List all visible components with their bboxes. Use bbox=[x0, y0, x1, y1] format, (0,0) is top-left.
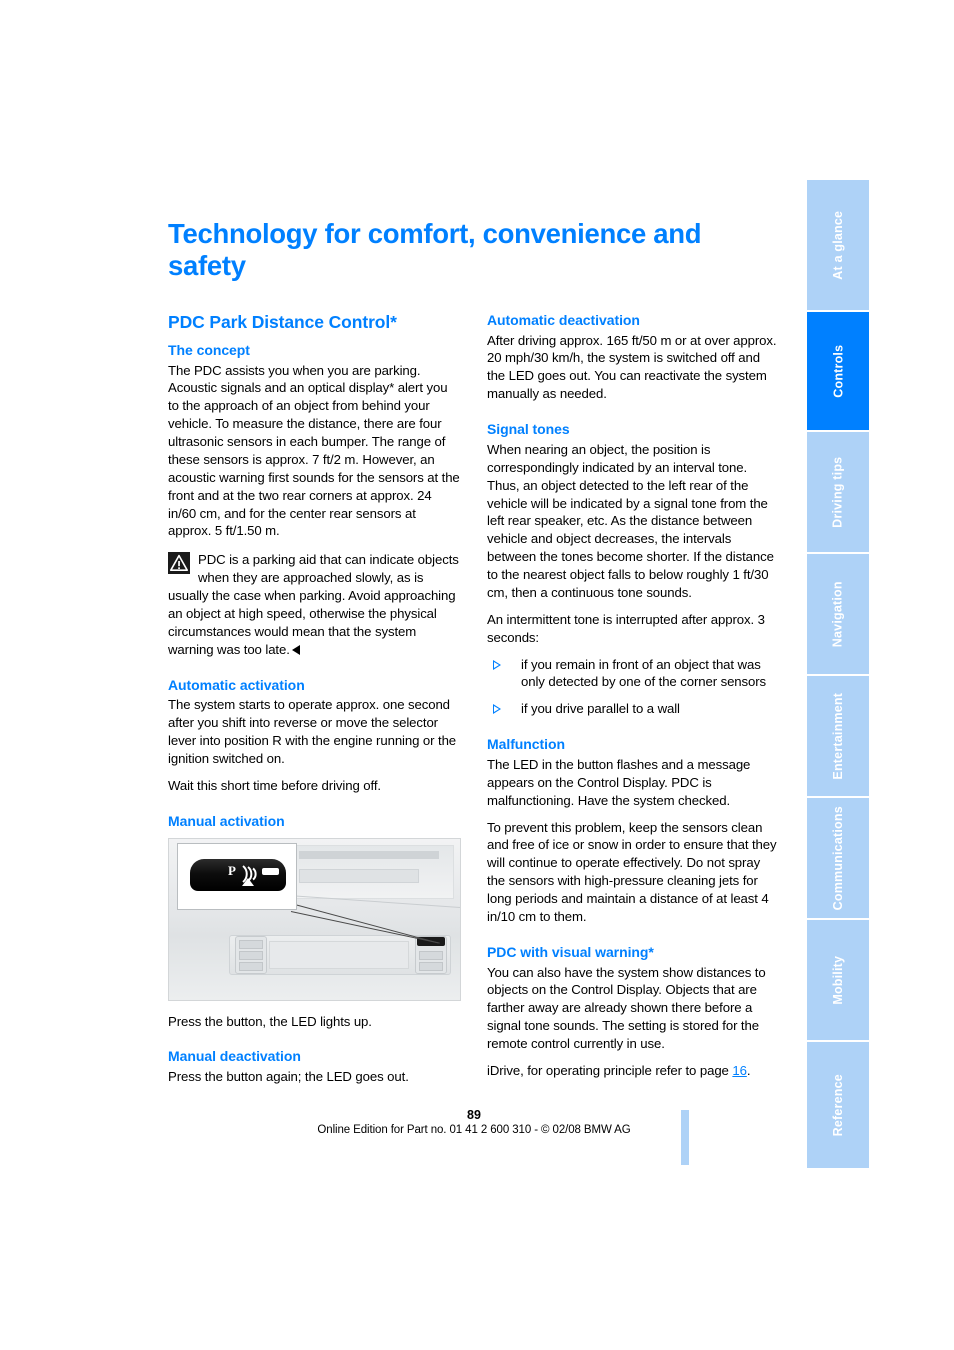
heading-manual-deactivation: Manual deactivation bbox=[168, 1048, 301, 1065]
tab-label: Controls bbox=[830, 344, 845, 398]
tab-mobility[interactable]: Mobility bbox=[807, 920, 869, 1042]
footer-accent-bar bbox=[681, 1110, 689, 1165]
cross-reference-suffix: . bbox=[746, 1062, 751, 1078]
paragraph-manual-deactivation: Press the button again; the LED goes out… bbox=[168, 1069, 409, 1085]
switch bbox=[419, 961, 443, 971]
switch bbox=[419, 950, 443, 960]
page-title: Technology for comfort, convenience and … bbox=[168, 218, 702, 281]
heading-the-concept: The concept bbox=[168, 341, 250, 358]
tab-label: Driving tips bbox=[830, 456, 845, 528]
manual-page: At a glance Controls Driving tips Naviga… bbox=[0, 0, 954, 1350]
center-console-inset bbox=[269, 940, 409, 969]
cross-reference-prefix: iDrive, for operating principle refer to… bbox=[487, 1062, 733, 1078]
left-column: PDC Park Distance Control* The concept T… bbox=[168, 312, 461, 1086]
tab-communications[interactable]: Communications bbox=[807, 798, 869, 920]
heading-malfunction: Malfunction bbox=[487, 736, 565, 753]
paragraph-the-concept: The PDC assists you when you are parking… bbox=[168, 362, 460, 539]
switch bbox=[239, 961, 263, 971]
tab-label: Mobility bbox=[830, 955, 845, 1005]
cross-reference-idrive: iDrive, for operating principle refer to… bbox=[487, 1062, 780, 1080]
tab-entertainment[interactable]: Entertainment bbox=[807, 676, 869, 798]
paragraph-automatic-activation-2: Wait this short time before driving off. bbox=[168, 777, 381, 793]
section-heading-pdc: PDC Park Distance Control* bbox=[168, 311, 397, 332]
tab-navigation[interactable]: Navigation bbox=[807, 554, 869, 676]
paragraph-pdc-visual-warning: You can also have the system show distan… bbox=[487, 964, 766, 1052]
paragraph-malfunction-1: The LED in the button flashes and a mess… bbox=[487, 756, 751, 808]
right-column: Automatic deactivation After driving app… bbox=[487, 312, 780, 1080]
tab-label: Entertainment bbox=[830, 692, 845, 780]
list-item-text: if you drive parallel to a wall bbox=[521, 701, 680, 717]
tab-reference[interactable]: Reference bbox=[807, 1042, 869, 1168]
paragraph-malfunction-2: To prevent this problem, keep the sensor… bbox=[487, 819, 777, 924]
tab-label: Reference bbox=[830, 1073, 845, 1137]
warning-note: PDC is a parking aid that can indicate o… bbox=[168, 551, 461, 658]
paragraph-automatic-activation-1: The system starts to operate approx. one… bbox=[168, 697, 457, 766]
pdc-vehicle-icon bbox=[242, 877, 254, 886]
heading-pdc-visual-warning: PDC with visual warning* bbox=[487, 943, 654, 960]
list-item-text: if you remain in front of an object that… bbox=[521, 656, 767, 690]
warning-note-text: PDC is a parking aid that can indicate o… bbox=[168, 552, 459, 657]
tab-label: Communications bbox=[830, 805, 845, 911]
list-item: if you drive parallel to a wall bbox=[487, 700, 780, 718]
triangle-bullet-icon bbox=[493, 704, 501, 715]
page-link-16[interactable]: 16 bbox=[732, 1063, 747, 1078]
callout-detail-box: P bbox=[177, 842, 297, 910]
heading-automatic-deactivation: Automatic deactivation bbox=[487, 311, 640, 328]
tab-at-a-glance[interactable]: At a glance bbox=[807, 180, 869, 312]
pdc-button-closeup: P bbox=[190, 858, 286, 891]
dashboard-display-slot bbox=[299, 868, 419, 883]
pdc-p-glyph: P bbox=[228, 862, 236, 878]
tab-label: Navigation bbox=[830, 581, 845, 647]
paragraph-automatic-deactivation: After driving approx. 165 ft/50 m or at … bbox=[487, 332, 777, 402]
pdc-led-indicator bbox=[262, 867, 279, 875]
note-end-marker bbox=[291, 644, 300, 655]
warning-triangle-icon bbox=[168, 552, 190, 575]
tab-label: At a glance bbox=[830, 210, 845, 280]
paragraph-signal-tones-1: When nearing an object, the position is … bbox=[487, 441, 774, 600]
switch bbox=[239, 950, 263, 960]
tab-controls[interactable]: Controls bbox=[807, 312, 869, 432]
figure-pdc-button-console: P dcbmwa41 bbox=[168, 837, 461, 1001]
heading-signal-tones: Signal tones bbox=[487, 421, 570, 438]
page-content: Technology for comfort, convenience and … bbox=[168, 218, 780, 1086]
console-switch-group-left bbox=[235, 935, 267, 974]
caption-manual-activation: Press the button, the LED lights up. bbox=[168, 1013, 372, 1029]
triangle-bullet-icon bbox=[493, 659, 501, 670]
signal-tones-bullet-list: if you remain in front of an object that… bbox=[487, 656, 780, 719]
heading-manual-activation: Manual activation bbox=[168, 812, 285, 829]
switch bbox=[239, 939, 263, 949]
list-item: if you remain in front of an object that… bbox=[487, 656, 780, 692]
paragraph-signal-tones-2: An intermittent tone is interrupted afte… bbox=[487, 611, 765, 645]
heading-automatic-activation: Automatic activation bbox=[168, 676, 305, 693]
section-tab-rail: At a glance Controls Driving tips Naviga… bbox=[807, 180, 869, 1168]
dashboard-vent-slot bbox=[299, 850, 439, 859]
tab-driving-tips[interactable]: Driving tips bbox=[807, 432, 869, 554]
two-column-body: PDC Park Distance Control* The concept T… bbox=[168, 312, 780, 1086]
